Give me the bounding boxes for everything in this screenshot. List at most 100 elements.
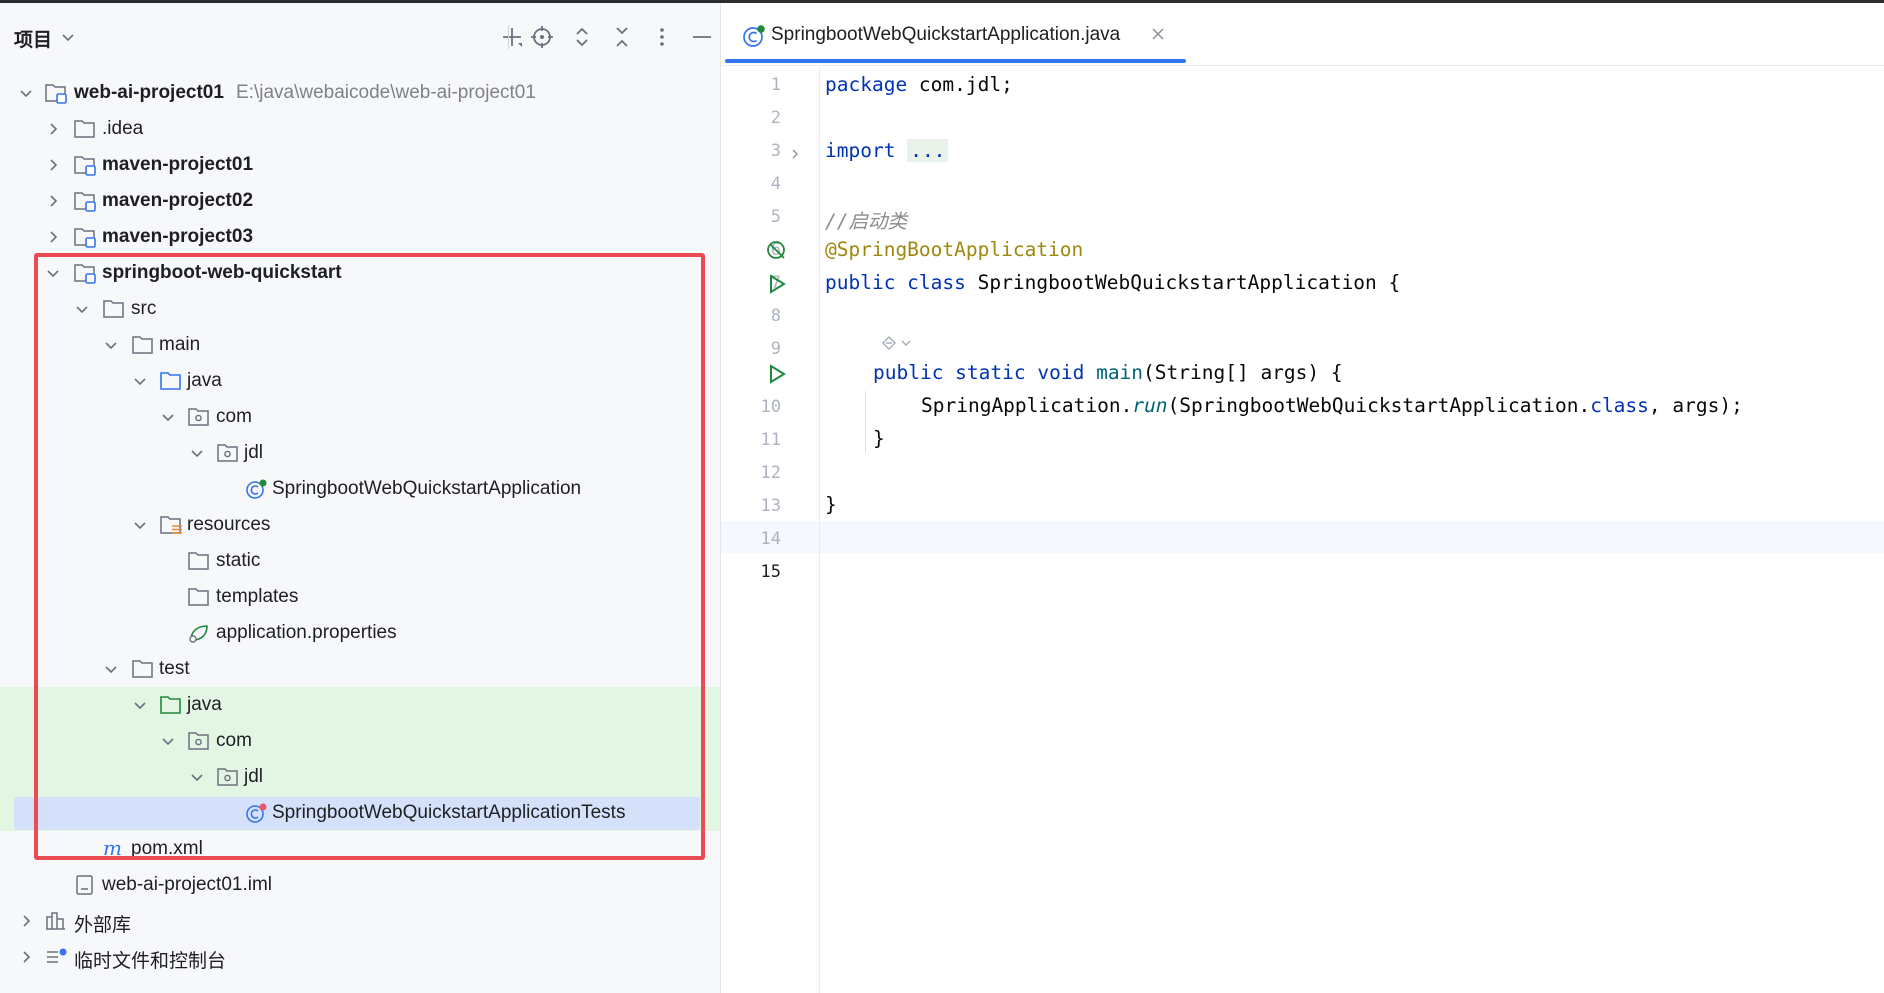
tree-item-label: templates [216,586,299,607]
tree-item-label: java [187,370,222,391]
tree-item-label: resources [187,514,271,535]
tree-item-application-properties[interactable]: application.properties [0,615,720,651]
tree-item-springboot-web-quickstart[interactable]: springboot-web-quickstart [0,255,720,291]
close-icon[interactable] [1149,25,1167,43]
fold-chevron-icon[interactable] [788,147,802,161]
tree-item-test-com[interactable]: com [0,723,720,759]
tree-item-label: springboot-web-quickstart [102,262,342,283]
tree-item-static[interactable]: static [0,543,720,579]
line-number: 11 [760,430,781,450]
tree-item-iml[interactable]: web-ai-project01.iml [0,867,720,903]
tree-item-test-java[interactable]: java [0,687,720,723]
options-menu-icon[interactable] [648,23,676,51]
tree-item-resources[interactable]: resources [0,507,720,543]
editor-tab-label: SpringbootWebQuickstartApplication.java [771,24,1121,45]
chevron-down-icon[interactable] [188,444,206,462]
chevron-down-icon[interactable] [131,696,149,714]
line-number: 10 [760,397,781,417]
chevron-down-icon[interactable] [102,660,120,678]
code-line-10[interactable]: public static void main(String[] args) { [873,361,1343,384]
tree-item-label: maven-project03 [102,226,254,247]
module-folder-icon [45,84,67,104]
chevron-down-icon[interactable] [102,336,120,354]
code-line-11[interactable]: SpringApplication.run(SpringbootWebQuick… [921,394,1743,417]
tree-item-project-root[interactable]: web-ai-project01 E:\java\webaicode\web-a… [0,75,720,111]
locate-icon[interactable] [528,23,556,51]
tree-item-label: web-ai-project01 [74,82,224,103]
editor-tab-active[interactable]: SpringbootWebQuickstartApplication.java [721,3,1186,65]
line-number: 9 [770,339,781,359]
tree-item-main-jdl[interactable]: jdl [0,435,720,471]
line-number: 8 [770,306,781,326]
package-icon [217,444,238,462]
indent-guide [865,391,866,453]
tree-item-label: SpringbootWebQuickstartApplicationTests [272,802,626,823]
run-icon[interactable] [766,273,788,295]
spring-boot-class-icon [246,479,267,499]
tree-item-src[interactable]: src [0,291,720,327]
module-folder-icon [74,264,96,284]
tree-item-test[interactable]: test [0,651,720,687]
maven-icon: m [103,838,122,860]
chevron-down-icon[interactable] [159,408,177,426]
tree-item-pom-xml[interactable]: m pom.xml [0,831,720,867]
tree-item-label: com [216,406,252,427]
folder-icon [132,336,153,354]
code-line-12[interactable]: } [873,427,885,450]
collapse-all-icon[interactable] [608,23,636,51]
tree-item-main[interactable]: main [0,327,720,363]
code-line-14[interactable]: } [825,493,837,516]
package-icon [188,732,209,750]
tree-item-scratches-consoles[interactable]: 临时文件和控制台 [0,939,720,975]
tree-item-label: web-ai-project01.iml [102,874,273,895]
folder-icon [188,588,209,606]
code-line-6[interactable]: //启动类 [825,205,907,234]
chevron-down-icon[interactable] [73,300,91,318]
chevron-down-icon[interactable] [188,768,206,786]
chevron-down-icon[interactable] [44,264,62,282]
tree-item-main-java[interactable]: java [0,363,720,399]
chevron-right-icon[interactable] [17,948,35,966]
code-line-7[interactable]: @SpringBootApplication [825,238,1083,261]
chevron-right-icon[interactable] [44,192,62,210]
spring-beans-gutter-icon[interactable] [765,239,789,263]
tree-item-test-jdl[interactable]: jdl [0,759,720,795]
chevron-right-icon[interactable] [44,120,62,138]
hide-panel-icon[interactable] [688,23,716,51]
gutter-divider [819,65,820,993]
current-line-highlight [721,521,1884,553]
spring-properties-icon [189,625,208,643]
tree-item-application-tests-class[interactable]: SpringbootWebQuickstartApplicationTests [0,795,720,831]
folded-imports[interactable]: ... [907,139,949,162]
tree-item-maven-project01[interactable]: maven-project01 [0,147,720,183]
code-line-1[interactable]: package com.jdl; [825,73,1013,96]
resources-folder-icon [160,516,182,534]
run-icon[interactable] [766,363,788,385]
tree-item-external-libraries[interactable]: 外部库 [0,903,720,939]
chevron-down-icon[interactable] [131,372,149,390]
tree-item-idea[interactable]: .idea [0,111,720,147]
source-folder-icon [160,372,181,390]
chevron-down-icon[interactable] [131,516,149,534]
chevron-down-icon[interactable] [17,84,35,102]
chevron-down-icon[interactable] [60,29,76,45]
chevron-right-icon[interactable] [17,912,35,930]
ai-inlay-hint-icon[interactable] [879,333,919,353]
tree-item-label: test [159,658,190,679]
tree-item-main-com[interactable]: com [0,399,720,435]
tree-item-templates[interactable]: templates [0,579,720,615]
new-file-icon[interactable] [498,23,526,51]
expand-all-icon[interactable] [568,23,596,51]
chevron-right-icon[interactable] [44,156,62,174]
chevron-right-icon[interactable] [44,228,62,246]
code-line-3[interactable]: import ... [825,139,949,162]
tree-item-maven-project03[interactable]: maven-project03 [0,219,720,255]
project-tool-window: 项目 web-ai-project01 E:\java\webaicode\we… [0,3,721,993]
project-panel-header: 项目 [0,3,720,69]
tree-item-label: maven-project02 [102,190,254,211]
project-panel-title[interactable]: 项目 [14,25,52,52]
tree-item-maven-project02[interactable]: maven-project02 [0,183,720,219]
chevron-down-icon[interactable] [159,732,177,750]
tree-item-application-class[interactable]: SpringbootWebQuickstartApplication [0,471,720,507]
code-line-8[interactable]: public class SpringbootWebQuickstartAppl… [825,271,1400,294]
